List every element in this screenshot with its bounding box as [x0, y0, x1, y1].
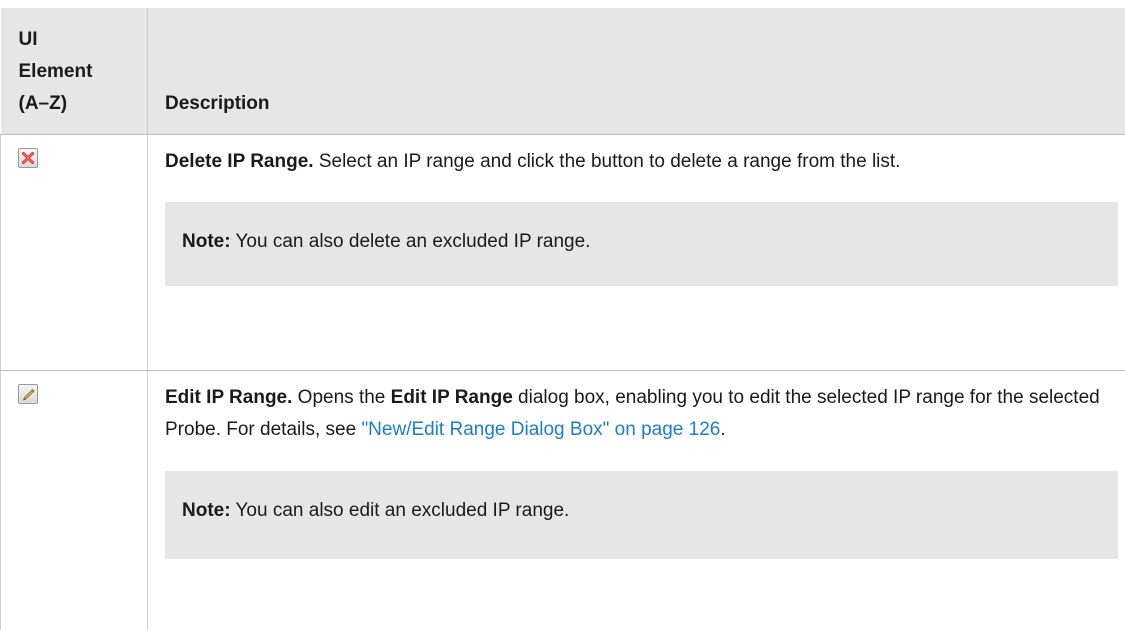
delete-x-icon — [18, 148, 38, 168]
edit-title: Edit IP Range. — [165, 387, 292, 408]
note-text: You can also edit an excluded IP range. — [231, 500, 570, 521]
header-ui-element-line-1: UI — [19, 24, 140, 56]
edit-description: Edit IP Range. Opens the Edit IP Range d… — [165, 382, 1118, 446]
table-row: Delete IP Range. Select an IP range and … — [1, 134, 1125, 370]
delete-title: Delete IP Range. — [165, 151, 314, 172]
table-row: Edit IP Range. Opens the Edit IP Range d… — [1, 370, 1125, 630]
edit-note: Note: You can also edit an excluded IP r… — [165, 471, 1118, 559]
pencil-edit-icon — [18, 384, 38, 404]
header-description: Description — [148, 8, 1125, 134]
table-header-row: UI Element (A–Z) Description — [1, 8, 1125, 134]
header-ui-element-line-2: Element — [19, 56, 140, 88]
delete-note: Note: You can also delete an excluded IP… — [165, 202, 1118, 286]
delete-description: Delete IP Range. Select an IP range and … — [165, 146, 1118, 178]
description-cell: Edit IP Range. Opens the Edit IP Range d… — [148, 370, 1125, 630]
icon-cell — [1, 370, 148, 630]
new-edit-range-dialog-link[interactable]: "New/Edit Range Dialog Box" on page 126 — [361, 419, 720, 440]
header-ui-element: UI Element (A–Z) — [1, 8, 148, 134]
icon-cell — [1, 134, 148, 370]
delete-text: Select an IP range and click the button … — [314, 151, 901, 172]
note-text: You can also delete an excluded IP range… — [231, 231, 591, 252]
description-cell: Delete IP Range. Select an IP range and … — [148, 134, 1125, 370]
note-label: Note: — [182, 231, 231, 252]
note-label: Note: — [182, 500, 231, 521]
edit-dialog-name: Edit IP Range — [391, 387, 513, 408]
ui-elements-table: UI Element (A–Z) Description Delete IP R… — [0, 8, 1125, 630]
header-ui-element-line-3: (A–Z) — [19, 88, 140, 120]
